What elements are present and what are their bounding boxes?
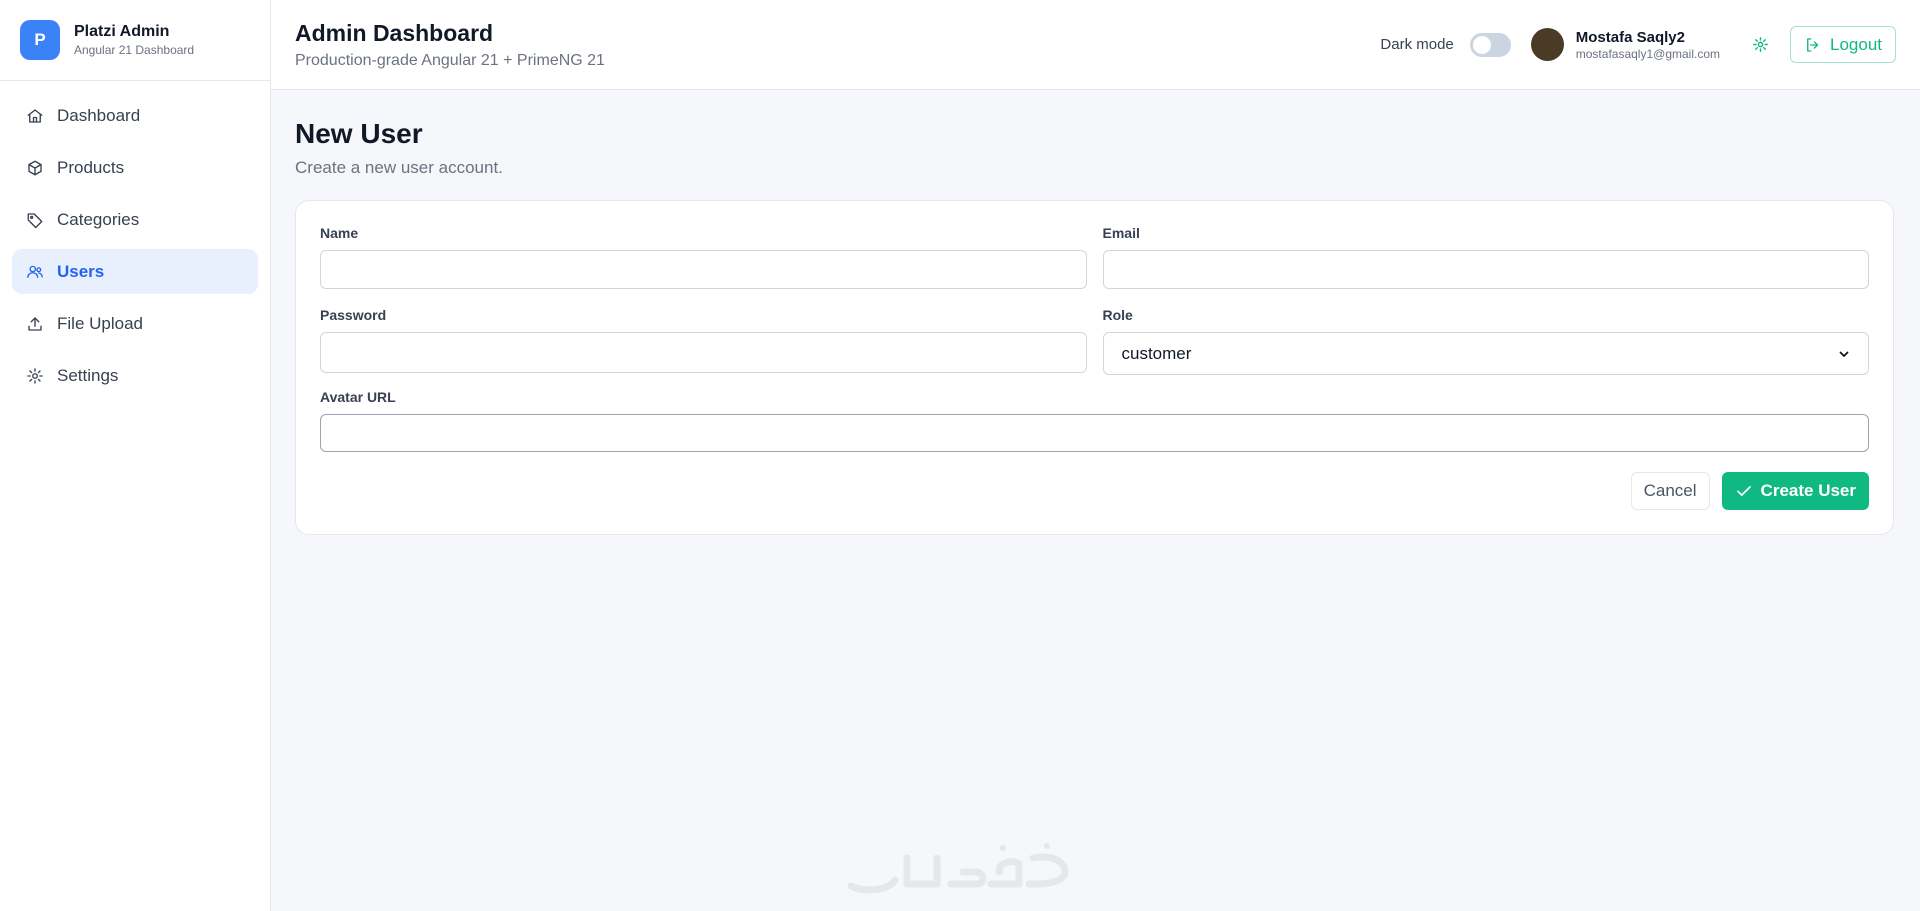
header-title: Admin Dashboard	[295, 19, 494, 46]
brand-title: Platzi Admin	[74, 23, 170, 40]
user-info: Mostafa Saqly2 mostafasaqly1@gmail.com	[1576, 29, 1720, 61]
email-label: Email	[1102, 225, 1140, 241]
header-titles: Admin Dashboard Production-grade Angular…	[295, 20, 605, 70]
role-label: Role	[1102, 307, 1133, 323]
home-icon	[26, 107, 44, 125]
sidebar-item-file-upload[interactable]: File Upload	[12, 301, 258, 346]
sidebar-item-label: Products	[57, 157, 125, 177]
watermark-logo	[847, 843, 1069, 894]
password-input[interactable]	[320, 332, 1087, 373]
brand-subtitle: Angular 21 Dashboard	[74, 43, 195, 57]
header-actions: Dark mode Mostafa Saqly2 mostafasaqly1@g…	[1380, 26, 1896, 63]
name-input[interactable]	[320, 250, 1087, 289]
settings-button[interactable]	[1746, 31, 1774, 59]
toggle-knob	[1472, 35, 1491, 54]
sidebar-item-settings[interactable]: Settings	[12, 353, 258, 398]
password-field-group: Password	[320, 307, 1087, 375]
dark-mode-label: Dark mode	[1380, 36, 1454, 53]
form-actions: Cancel Create User	[320, 472, 1869, 510]
upload-icon	[26, 315, 44, 333]
avatar	[1530, 28, 1564, 61]
topbar: Admin Dashboard Production-grade Angular…	[271, 0, 1920, 90]
avatar-field-group: Avatar URL	[320, 389, 1869, 452]
email-field-group: Email	[1102, 225, 1869, 289]
page-subtitle: Create a new user account.	[295, 158, 503, 177]
sidebar-nav: Dashboard Products Categories Users File…	[0, 81, 270, 410]
main-area: Admin Dashboard Production-grade Angular…	[271, 0, 1920, 911]
form-row: Name Email	[320, 225, 1869, 289]
sidebar-item-label: Categories	[57, 209, 140, 229]
new-user-form-card: Name Email Password Role customer Avatar…	[295, 200, 1894, 535]
app-root: P Platzi Admin Angular 21 Dashboard Dash…	[0, 0, 1920, 911]
logout-icon	[1807, 37, 1819, 52]
create-user-button[interactable]: Create User	[1721, 472, 1869, 510]
sidebar: P Platzi Admin Angular 21 Dashboard Dash…	[0, 0, 271, 911]
form-row: Avatar URL	[320, 389, 1869, 452]
sidebar-item-categories[interactable]: Categories	[12, 197, 258, 242]
sidebar-item-label: Users	[57, 261, 105, 281]
brand-logo: P	[20, 20, 60, 60]
box-icon	[26, 159, 44, 177]
email-input[interactable]	[1102, 250, 1869, 289]
brand[interactable]: P Platzi Admin Angular 21 Dashboard	[0, 0, 270, 81]
dark-mode-toggle[interactable]	[1469, 32, 1511, 57]
sidebar-item-label: Settings	[57, 365, 119, 385]
page-title: New User	[295, 118, 423, 149]
header-subtitle: Production-grade Angular 21 + PrimeNG 21	[295, 51, 605, 69]
sidebar-item-dashboard[interactable]: Dashboard	[12, 93, 258, 138]
form-row: Password Role customer	[320, 307, 1869, 375]
name-field-group: Name	[320, 225, 1087, 289]
role-field-group: Role customer	[1102, 307, 1869, 375]
name-label: Name	[320, 225, 359, 241]
cancel-button[interactable]: Cancel	[1630, 472, 1710, 510]
sidebar-item-products[interactable]: Products	[12, 145, 258, 190]
password-label: Password	[320, 307, 387, 323]
user-profile[interactable]: Mostafa Saqly2 mostafasaqly1@gmail.com	[1530, 28, 1720, 61]
chevron-down-icon	[1839, 351, 1849, 357]
check-icon	[1736, 486, 1751, 496]
role-select[interactable]: customer	[1102, 332, 1869, 375]
tag-icon	[26, 211, 44, 229]
users-icon	[26, 263, 44, 281]
logout-button[interactable]: Logout	[1790, 26, 1896, 63]
avatar-url-label: Avatar URL	[320, 389, 396, 405]
gear-icon	[26, 367, 44, 385]
sidebar-item-users[interactable]: Users	[12, 249, 258, 294]
brand-text: Platzi Admin Angular 21 Dashboard	[74, 23, 194, 57]
role-selected-value: customer	[1121, 343, 1192, 363]
user-email: mostafasaqly1@gmail.com	[1575, 46, 1720, 61]
page-content: New User Create a new user account. Name…	[271, 90, 1920, 559]
user-name: Mostafa Saqly2	[1575, 28, 1685, 46]
sidebar-item-label: File Upload	[57, 313, 143, 333]
sidebar-item-label: Dashboard	[57, 105, 141, 125]
logout-label: Logout	[1830, 34, 1882, 54]
create-user-label: Create User	[1760, 481, 1856, 500]
avatar-url-input[interactable]	[320, 414, 1869, 452]
gear-icon	[1752, 37, 1768, 52]
